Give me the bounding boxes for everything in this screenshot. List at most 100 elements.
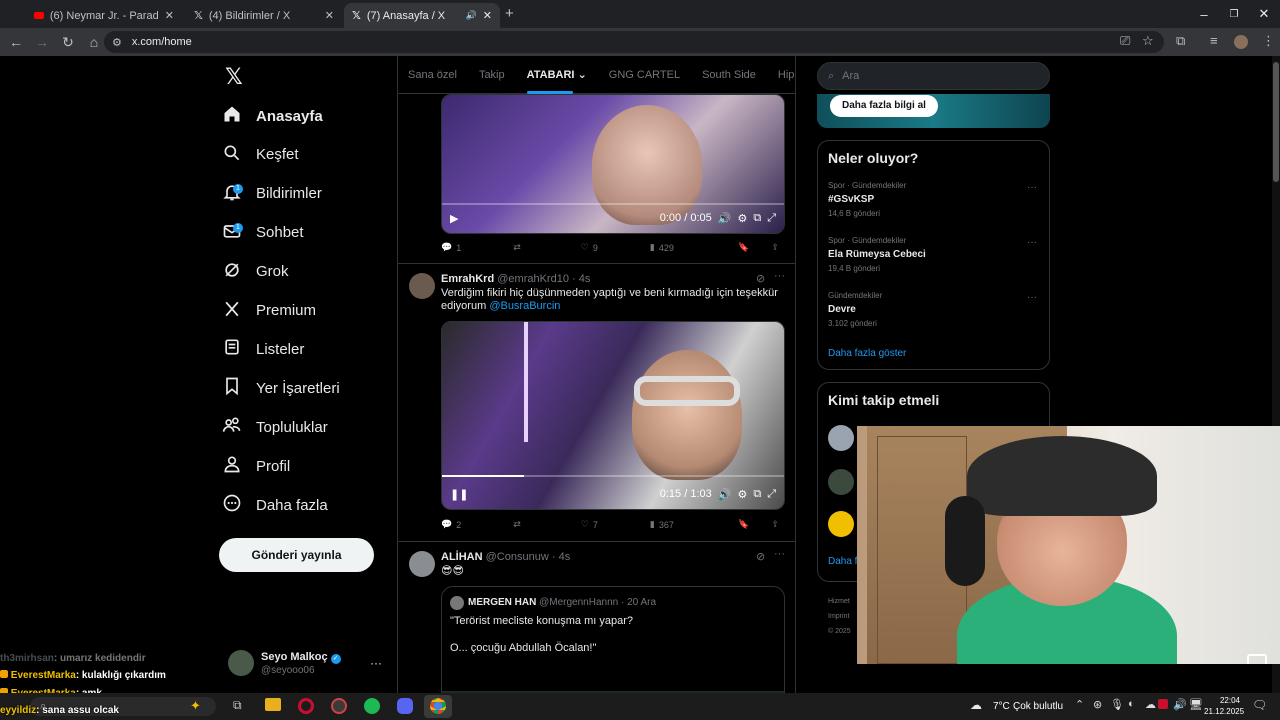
task-view-icon[interactable]: ⧉ bbox=[233, 698, 242, 713]
share-icon[interactable]: ⇪ bbox=[771, 242, 779, 253]
nav-item-yer-i-şaretleri[interactable]: Yer İşaretleri bbox=[222, 371, 340, 405]
volume-icon[interactable]: 🔊 bbox=[718, 488, 732, 501]
post-time[interactable]: 4s bbox=[579, 273, 591, 285]
nav-item-anasayfa[interactable]: Anasayfa bbox=[222, 99, 323, 133]
like-button[interactable]: ♡ 7 bbox=[581, 519, 598, 530]
tab-south-side[interactable]: South Side bbox=[702, 69, 756, 81]
chrome-icon[interactable] bbox=[430, 698, 446, 714]
fullscreen-icon[interactable]: ⤢ bbox=[767, 488, 776, 501]
bookmark-icon[interactable]: 🔖 bbox=[738, 519, 749, 530]
share-icon[interactable]: ⇪ bbox=[771, 519, 779, 530]
pip-icon[interactable]: ⧉ bbox=[753, 488, 761, 501]
tab-for-you[interactable]: Sana özel bbox=[408, 69, 457, 81]
tab-gng-cartel[interactable]: GNG CARTEL bbox=[609, 69, 680, 81]
nav-item-sohbet[interactable]: 1 Sohbet bbox=[222, 216, 304, 250]
bookmark-star-icon[interactable]: ☆ bbox=[1142, 33, 1154, 49]
more-icon[interactable]: ··· bbox=[1027, 182, 1037, 193]
cast-icon[interactable]: ⎚ bbox=[1120, 33, 1130, 49]
trend-item[interactable]: Spor · Gündemdekiler #GSvKSP 14,6 B gönd… bbox=[828, 181, 906, 218]
post-time[interactable]: 4s bbox=[559, 551, 571, 563]
repost-icon[interactable]: ⇄ bbox=[513, 242, 521, 253]
avatar[interactable] bbox=[828, 511, 854, 537]
play-icon[interactable]: ▶ bbox=[450, 212, 458, 225]
account-name[interactable]: Seyo Malkoç ✓ bbox=[261, 651, 341, 664]
clock[interactable]: 22:04 21.12.2025 bbox=[1204, 695, 1244, 717]
nav-item-keşfet[interactable]: Keşfet bbox=[222, 138, 299, 172]
trend-item[interactable]: Gündemdekiler Devre 3.102 gönderi bbox=[828, 291, 882, 328]
post[interactable]: ALİHAN @Consunuw · 4s ⊘ ··· 😎😎 MERGEN HA… bbox=[398, 541, 795, 693]
views-button[interactable]: ▮ 429 bbox=[650, 242, 674, 253]
menu-kebab-icon[interactable]: ⋮ bbox=[1262, 33, 1275, 49]
more-icon[interactable]: ··· bbox=[1027, 237, 1037, 248]
back-arrow-icon[interactable]: ← bbox=[4, 30, 28, 54]
settings-icon[interactable]: ⚙ bbox=[737, 488, 747, 501]
avatar[interactable] bbox=[409, 273, 435, 299]
new-tab-button[interactable]: + bbox=[505, 5, 514, 22]
tray-icon[interactable]: ⊛ bbox=[1093, 698, 1102, 711]
nav-item-grok[interactable]: Grok bbox=[222, 255, 289, 289]
tray-app-icon[interactable] bbox=[1158, 699, 1168, 709]
close-icon[interactable]: ✕ bbox=[483, 9, 492, 22]
browser-tab-youtube[interactable]: (6) Neymar Jr. - Parado No Bai ✕ bbox=[26, 3, 182, 28]
more-icon[interactable]: ··· bbox=[1027, 292, 1037, 303]
fullscreen-icon[interactable]: ⤢ bbox=[767, 212, 776, 225]
quoted-post[interactable]: MERGEN HAN @MergennHannn · 20 Ara "Terör… bbox=[441, 586, 785, 693]
avatar[interactable] bbox=[228, 650, 254, 676]
post-menu-icon[interactable]: ··· bbox=[774, 548, 785, 560]
grok-icon[interactable]: ⊘ bbox=[756, 272, 765, 285]
author-name[interactable]: ALİHAN bbox=[441, 551, 483, 563]
chevron-up-icon[interactable]: ⌃ bbox=[1075, 698, 1084, 711]
mention-link[interactable]: @BusraBurcin bbox=[489, 300, 560, 312]
app-icon[interactable] bbox=[331, 698, 347, 714]
browser-tab-notifications[interactable]: 𝕏 (4) Bildirimler / X ✕ bbox=[186, 3, 342, 28]
network-icon[interactable]: 🖥 bbox=[1189, 698, 1203, 711]
show-more-link[interactable]: Daha f bbox=[828, 556, 857, 567]
cloud-icon[interactable]: ☁ bbox=[1145, 698, 1156, 711]
x-logo-icon[interactable]: 𝕏 bbox=[225, 64, 243, 90]
video-progress-track[interactable] bbox=[442, 475, 784, 477]
close-icon[interactable]: ✕ bbox=[165, 9, 174, 22]
tab-atabari[interactable]: ATABARI ⌄ bbox=[526, 68, 587, 94]
avatar[interactable] bbox=[828, 425, 854, 451]
home-icon[interactable]: ⌂ bbox=[82, 30, 106, 54]
post-button[interactable]: Gönderi yayınla bbox=[219, 538, 374, 572]
video-player[interactable]: ❚❚ 0:15 / 1:03 🔊 ⚙ ⧉ ⤢ bbox=[441, 321, 785, 510]
weather-text[interactable]: Çok bulutlu bbox=[1013, 701, 1063, 712]
nav-item-topluluklar[interactable]: Topluluklar bbox=[222, 410, 328, 444]
reply-button[interactable]: 💬 2 bbox=[441, 519, 461, 530]
reply-button[interactable]: 💬 1 bbox=[441, 242, 461, 253]
nav-item-profil[interactable]: Profil bbox=[222, 449, 290, 483]
avatar[interactable] bbox=[828, 469, 854, 495]
mic-icon[interactable]: 🎙 bbox=[1110, 698, 1124, 711]
author-name[interactable]: EmrahKrd bbox=[441, 273, 494, 285]
url-text[interactable]: x.com/home bbox=[132, 36, 192, 48]
avatar[interactable] bbox=[409, 551, 435, 577]
like-button[interactable]: ♡ 9 bbox=[581, 242, 598, 253]
tab-following[interactable]: Takip bbox=[479, 69, 505, 81]
media-icon[interactable]: ≡ bbox=[1210, 33, 1218, 48]
profile-avatar[interactable] bbox=[1234, 35, 1248, 49]
speaker-icon[interactable]: 🔊 bbox=[466, 10, 477, 21]
discord-icon[interactable] bbox=[397, 698, 413, 714]
address-bar[interactable]: ⚙ x.com/home bbox=[104, 31, 1164, 53]
author-handle[interactable]: @emrahKrd10 bbox=[497, 273, 569, 285]
extensions-icon[interactable]: ⧉ bbox=[1176, 33, 1185, 49]
site-info-icon[interactable]: ⚙ bbox=[112, 36, 122, 49]
speaker-icon[interactable]: 🔊 bbox=[1173, 698, 1187, 711]
pip-icon[interactable]: ⧉ bbox=[753, 212, 761, 225]
learn-more-button[interactable]: Daha fazla bilgi al bbox=[830, 95, 938, 117]
volume-icon[interactable]: 🔊 bbox=[718, 212, 732, 225]
file-explorer-icon[interactable] bbox=[265, 698, 281, 711]
post[interactable]: EmrahKrd @emrahKrd10 · 4s ⊘ ··· Verdiğim… bbox=[398, 263, 795, 541]
repost-icon[interactable]: ⇄ bbox=[513, 519, 521, 530]
nav-item-premium[interactable]: Premium bbox=[222, 294, 316, 328]
tray-icon[interactable]: ◐ bbox=[1128, 698, 1135, 710]
author-handle[interactable]: @Consunuw bbox=[486, 551, 549, 563]
video-player[interactable]: ▶ 0:00 / 0:05 🔊 ⚙ ⧉ ⤢ bbox=[441, 94, 785, 234]
reload-icon[interactable]: ↻ bbox=[56, 30, 80, 54]
views-button[interactable]: ▮ 367 bbox=[650, 519, 674, 530]
pause-icon[interactable]: ❚❚ bbox=[450, 488, 468, 501]
video-progress-track[interactable] bbox=[442, 203, 784, 205]
chat-icon[interactable] bbox=[1247, 654, 1267, 664]
spotify-icon[interactable] bbox=[364, 698, 380, 714]
